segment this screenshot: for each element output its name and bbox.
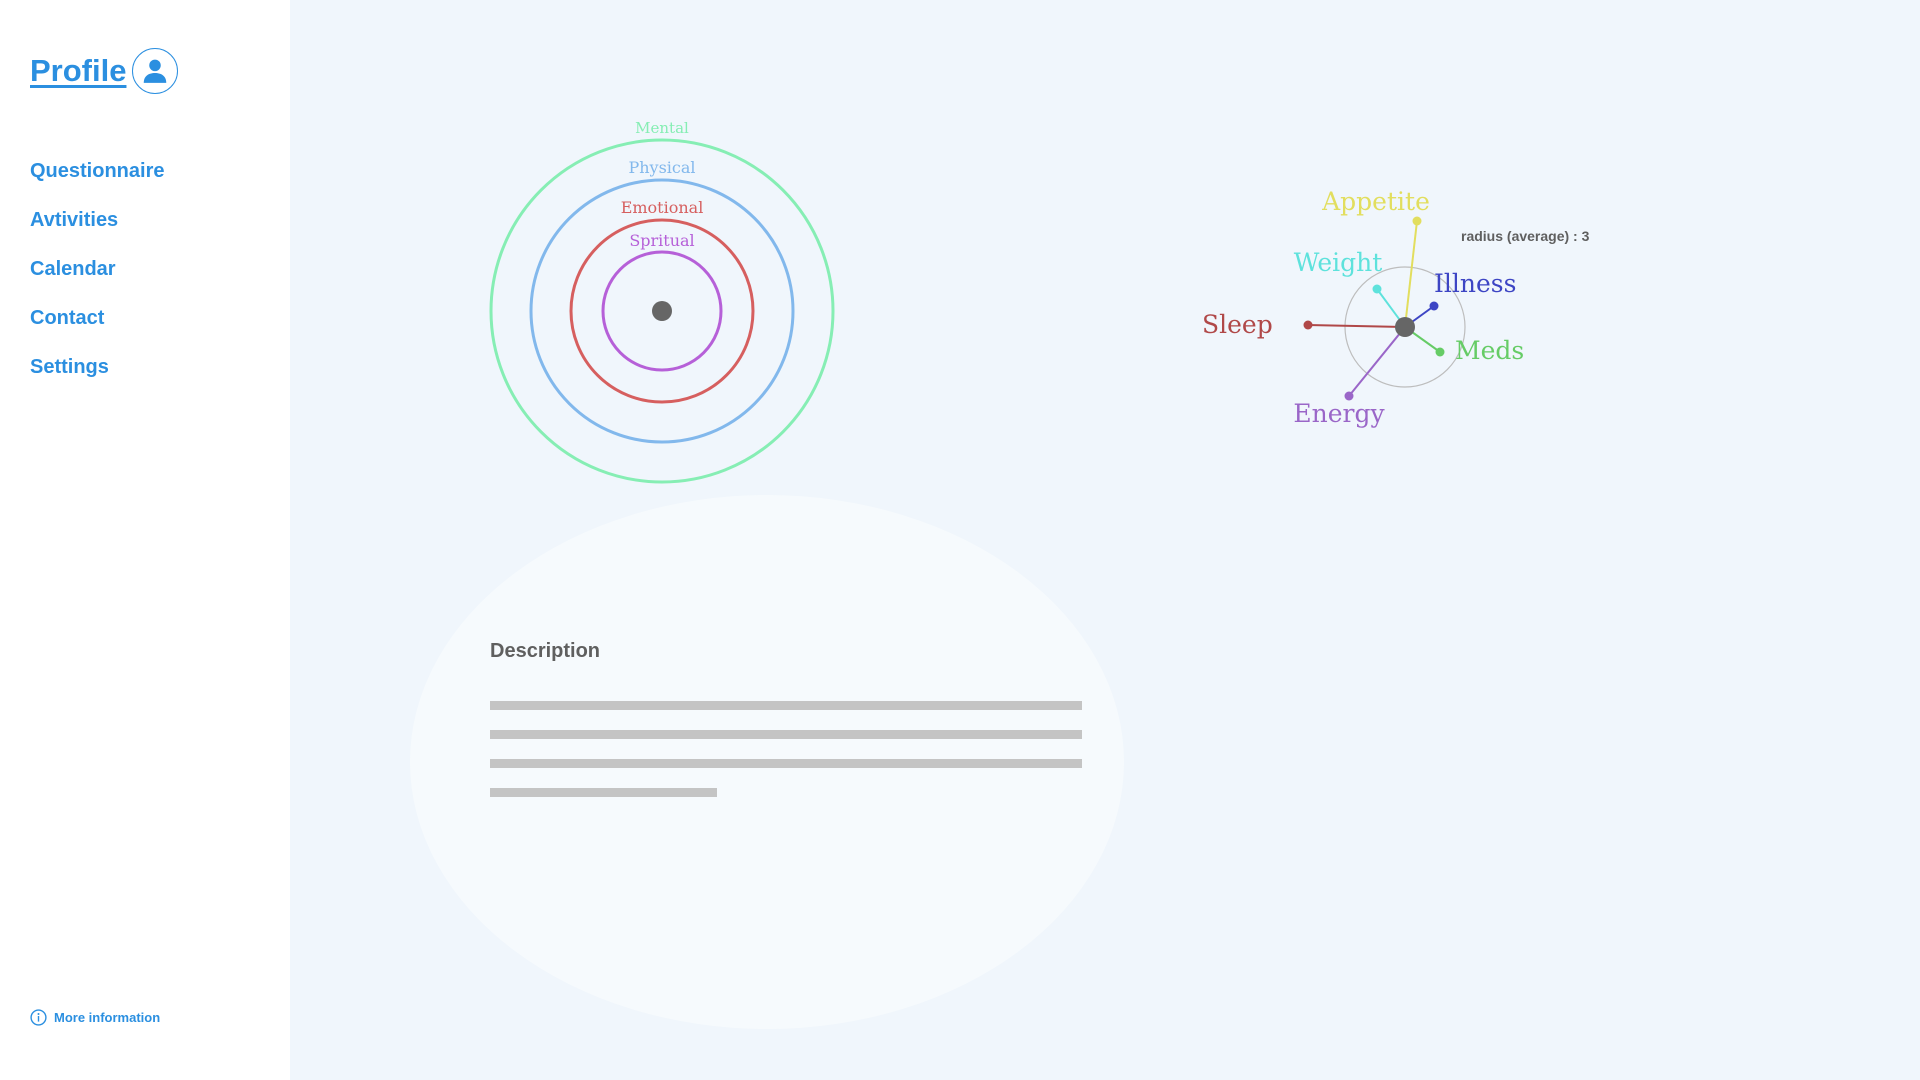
main-canvas: Mental Physical Emotional Spritual Appet… [410,119,1524,1029]
spoke-label-energy: Energy [1293,399,1385,428]
rings-center-dot [652,301,672,321]
spoke-label-sleep: Sleep [1202,310,1273,339]
spoke-label-appetite: Appetite [1321,187,1430,216]
description-title: Description [490,640,601,662]
spoke-dot-weight[interactable] [1372,284,1382,294]
ring-label-physical: Physical [628,158,695,177]
description-text-placeholder [490,701,1082,817]
spoke-appetite [1404,220,1418,328]
wellbeing-rings: Mental Physical Emotional Spritual [489,119,835,484]
description-line [490,701,1082,710]
spoke-dot-illness[interactable] [1429,301,1439,311]
radius-average-label: radius (average) : 3 [1461,228,1590,244]
description-line [490,788,717,797]
radial-indicator: Appetite Illness Meds Energy Sleep Weigh… [1202,187,1524,428]
description-line [490,759,1082,768]
description-line [490,730,1082,739]
spoke-dot-sleep[interactable] [1303,320,1313,330]
ring-label-spiritual: Spritual [629,231,694,250]
radial-center-dot [1395,317,1415,337]
spoke-sleep [1307,324,1406,328]
spoke-dot-meds[interactable] [1435,347,1445,357]
spoke-label-meds: Meds [1455,336,1524,365]
ring-label-emotional: Emotional [621,198,704,217]
spoke-dot-appetite[interactable] [1412,216,1422,226]
ring-label-mental: Mental [635,119,689,137]
spoke-label-weight: Weight [1294,248,1383,277]
spoke-energy [1348,326,1406,397]
spoke-label-illness: Illness [1434,269,1516,298]
